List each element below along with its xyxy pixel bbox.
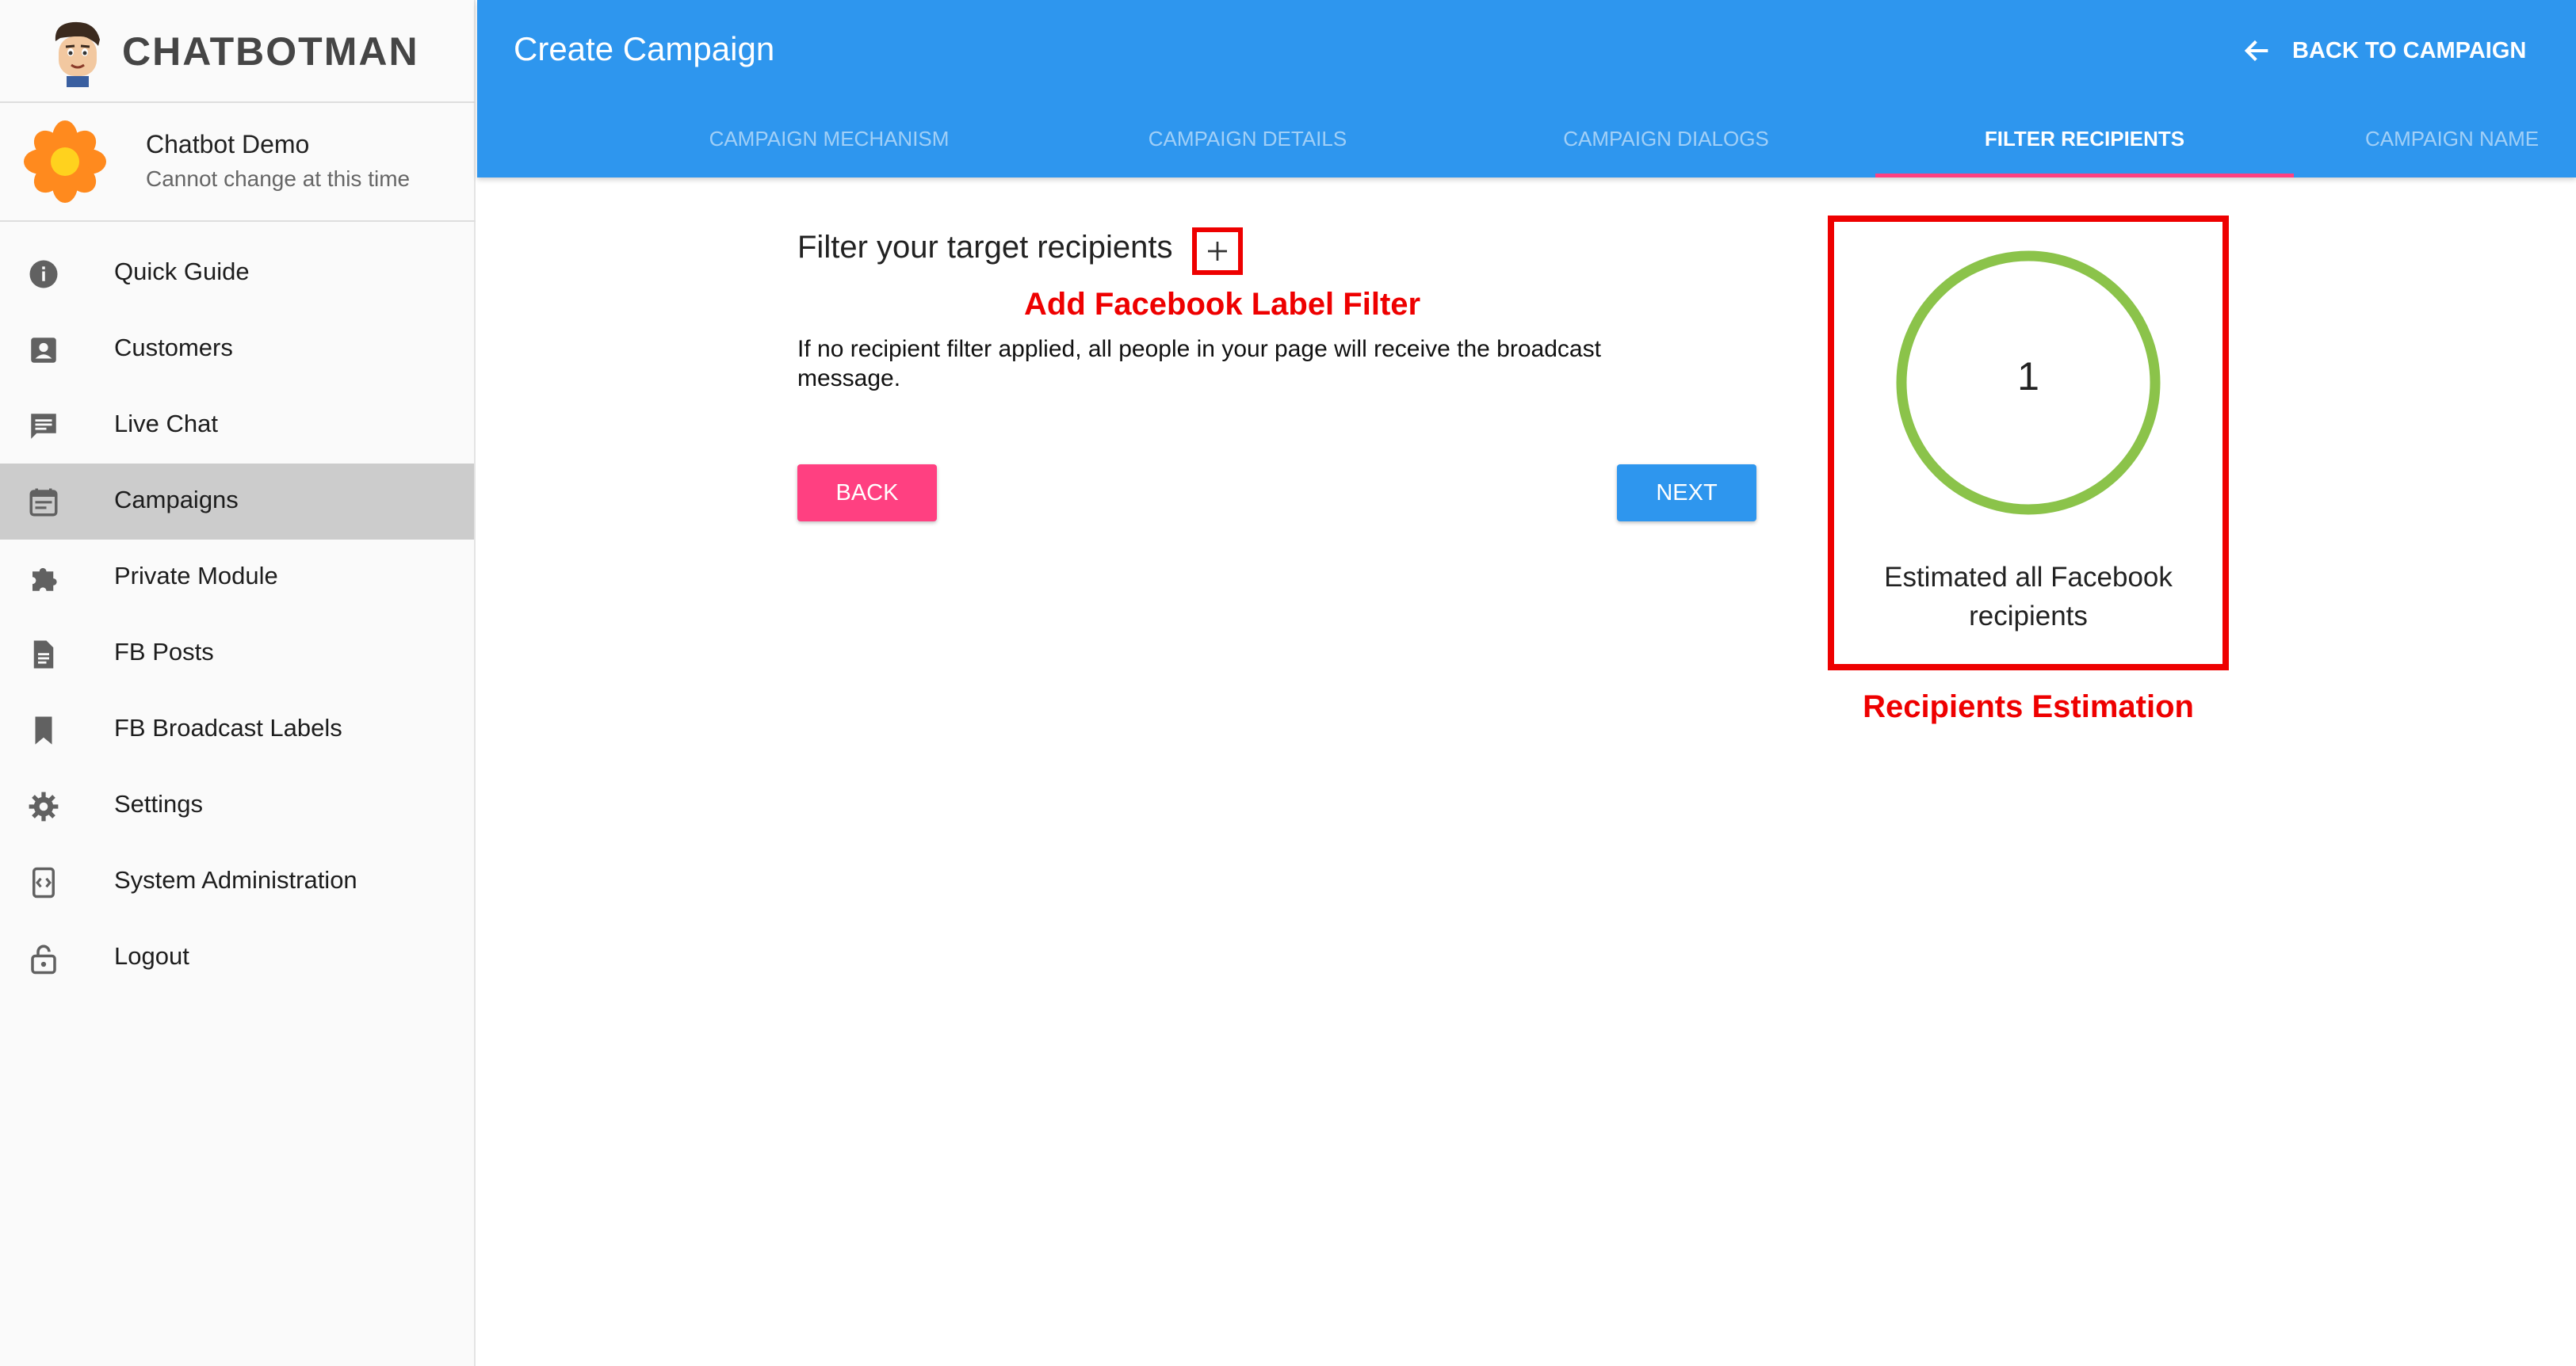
add-filter-button[interactable]	[1192, 227, 1243, 275]
sidebar-nav: Quick Guide Customers Live Chat Campaign…	[0, 235, 476, 996]
gear-icon	[29, 792, 59, 822]
tab-campaign-dialogs[interactable]: CAMPAIGN DIALOGS	[1457, 111, 1875, 177]
contact-card-icon	[31, 338, 56, 363]
chat-icon	[31, 414, 56, 439]
estimate-count: 1	[2017, 354, 2039, 399]
sidebar-item-label: Quick Guide	[114, 258, 250, 285]
sidebar-item-quick-guide[interactable]: Quick Guide	[0, 235, 474, 311]
sidebar: CHATBOTMAN Chatbot Demo Cannot change at…	[0, 0, 476, 1366]
page-title: Create Campaign	[514, 30, 775, 67]
active-tab-indicator	[1875, 174, 2294, 177]
tab-campaign-name[interactable]: CAMPAIGN NAME	[2294, 111, 2576, 177]
tab-filter-recipients[interactable]: FILTER RECIPIENTS	[1875, 111, 2294, 177]
bot-selector: Chatbot Demo Cannot change at this time	[0, 103, 476, 222]
back-button[interactable]: BACK	[797, 464, 937, 521]
tab-campaign-mechanism[interactable]: CAMPAIGN MECHANISM	[620, 111, 1038, 177]
puzzle-icon	[32, 567, 57, 591]
document-icon	[33, 640, 54, 669]
sidebar-item-label: Customers	[114, 334, 233, 361]
campaign-steps-tabs: CAMPAIGN MECHANISM CAMPAIGN DETAILS CAMP…	[620, 111, 2576, 177]
estimate-label: Estimated all Facebook recipients	[1884, 562, 2173, 631]
sidebar-item-label: FB Posts	[114, 638, 214, 666]
tab-label: FILTER RECIPIENTS	[1984, 127, 2185, 151]
sidebar-item-logout[interactable]: Logout	[0, 920, 474, 996]
sidebar-item-system-administration[interactable]: System Administration	[0, 844, 474, 920]
sidebar-item-label: Live Chat	[114, 410, 218, 437]
brand-name: CHATBOTMAN	[122, 29, 419, 74]
tab-label: CAMPAIGN DIALOGS	[1563, 127, 1769, 151]
add-filter-annotation: Add Facebook Label Filter	[1024, 287, 1421, 322]
plus-icon	[1208, 242, 1227, 261]
calendar-icon	[29, 488, 58, 517]
sidebar-item-campaigns[interactable]: Campaigns	[0, 464, 474, 540]
filter-section-title: Filter your target recipients	[797, 230, 1173, 265]
recipients-estimation-annotation: Recipients Estimation	[1863, 689, 2194, 724]
sidebar-item-label: Campaigns	[114, 486, 239, 513]
sidebar-item-label: FB Broadcast Labels	[114, 714, 342, 742]
next-button[interactable]: NEXT	[1617, 464, 1756, 521]
bot-subtitle: Cannot change at this time	[146, 166, 411, 191]
sidebar-item-fb-posts[interactable]: FB Posts	[0, 616, 474, 692]
filter-note: If no recipient filter applied, all peop…	[797, 336, 1601, 391]
tab-label: CAMPAIGN MECHANISM	[709, 127, 950, 151]
brand-header: CHATBOTMAN	[0, 0, 476, 103]
lock-icon	[31, 944, 56, 975]
tab-label: CAMPAIGN NAME	[2365, 127, 2540, 151]
sidebar-item-fb-broadcast-labels[interactable]: FB Broadcast Labels	[0, 692, 474, 768]
app-header: Create Campaign BACK TO CAMPAIGN CAMPAIG…	[477, 0, 2576, 177]
app-root: CHATBOTMAN Chatbot Demo Cannot change at…	[0, 0, 2576, 1366]
chatbotman-logo-icon	[55, 21, 100, 87]
info-icon	[29, 260, 58, 288]
sidebar-item-settings[interactable]: Settings	[0, 768, 474, 844]
back-to-campaign-label: BACK TO CAMPAIGN	[2292, 38, 2527, 63]
sidebar-item-customers[interactable]: Customers	[0, 311, 474, 387]
sidebar-item-label: System Administration	[114, 866, 357, 894]
sidebar-item-label: Private Module	[114, 562, 278, 590]
bookmark-icon	[35, 716, 52, 745]
flower-avatar-icon	[24, 120, 106, 203]
code-device-icon	[32, 867, 55, 899]
arrow-left-icon	[2244, 40, 2268, 62]
sidebar-item-private-module[interactable]: Private Module	[0, 540, 474, 616]
tab-label: CAMPAIGN DETAILS	[1148, 127, 1347, 151]
sidebar-item-label: Settings	[114, 790, 204, 818]
bot-name: Chatbot Demo	[146, 130, 310, 158]
tab-campaign-details[interactable]: CAMPAIGN DETAILS	[1038, 111, 1457, 177]
recipients-estimate-panel: 1 Estimated all Facebook recipients	[1828, 216, 2229, 670]
sidebar-item-label: Logout	[114, 942, 189, 970]
sidebar-item-live-chat[interactable]: Live Chat	[0, 387, 474, 464]
